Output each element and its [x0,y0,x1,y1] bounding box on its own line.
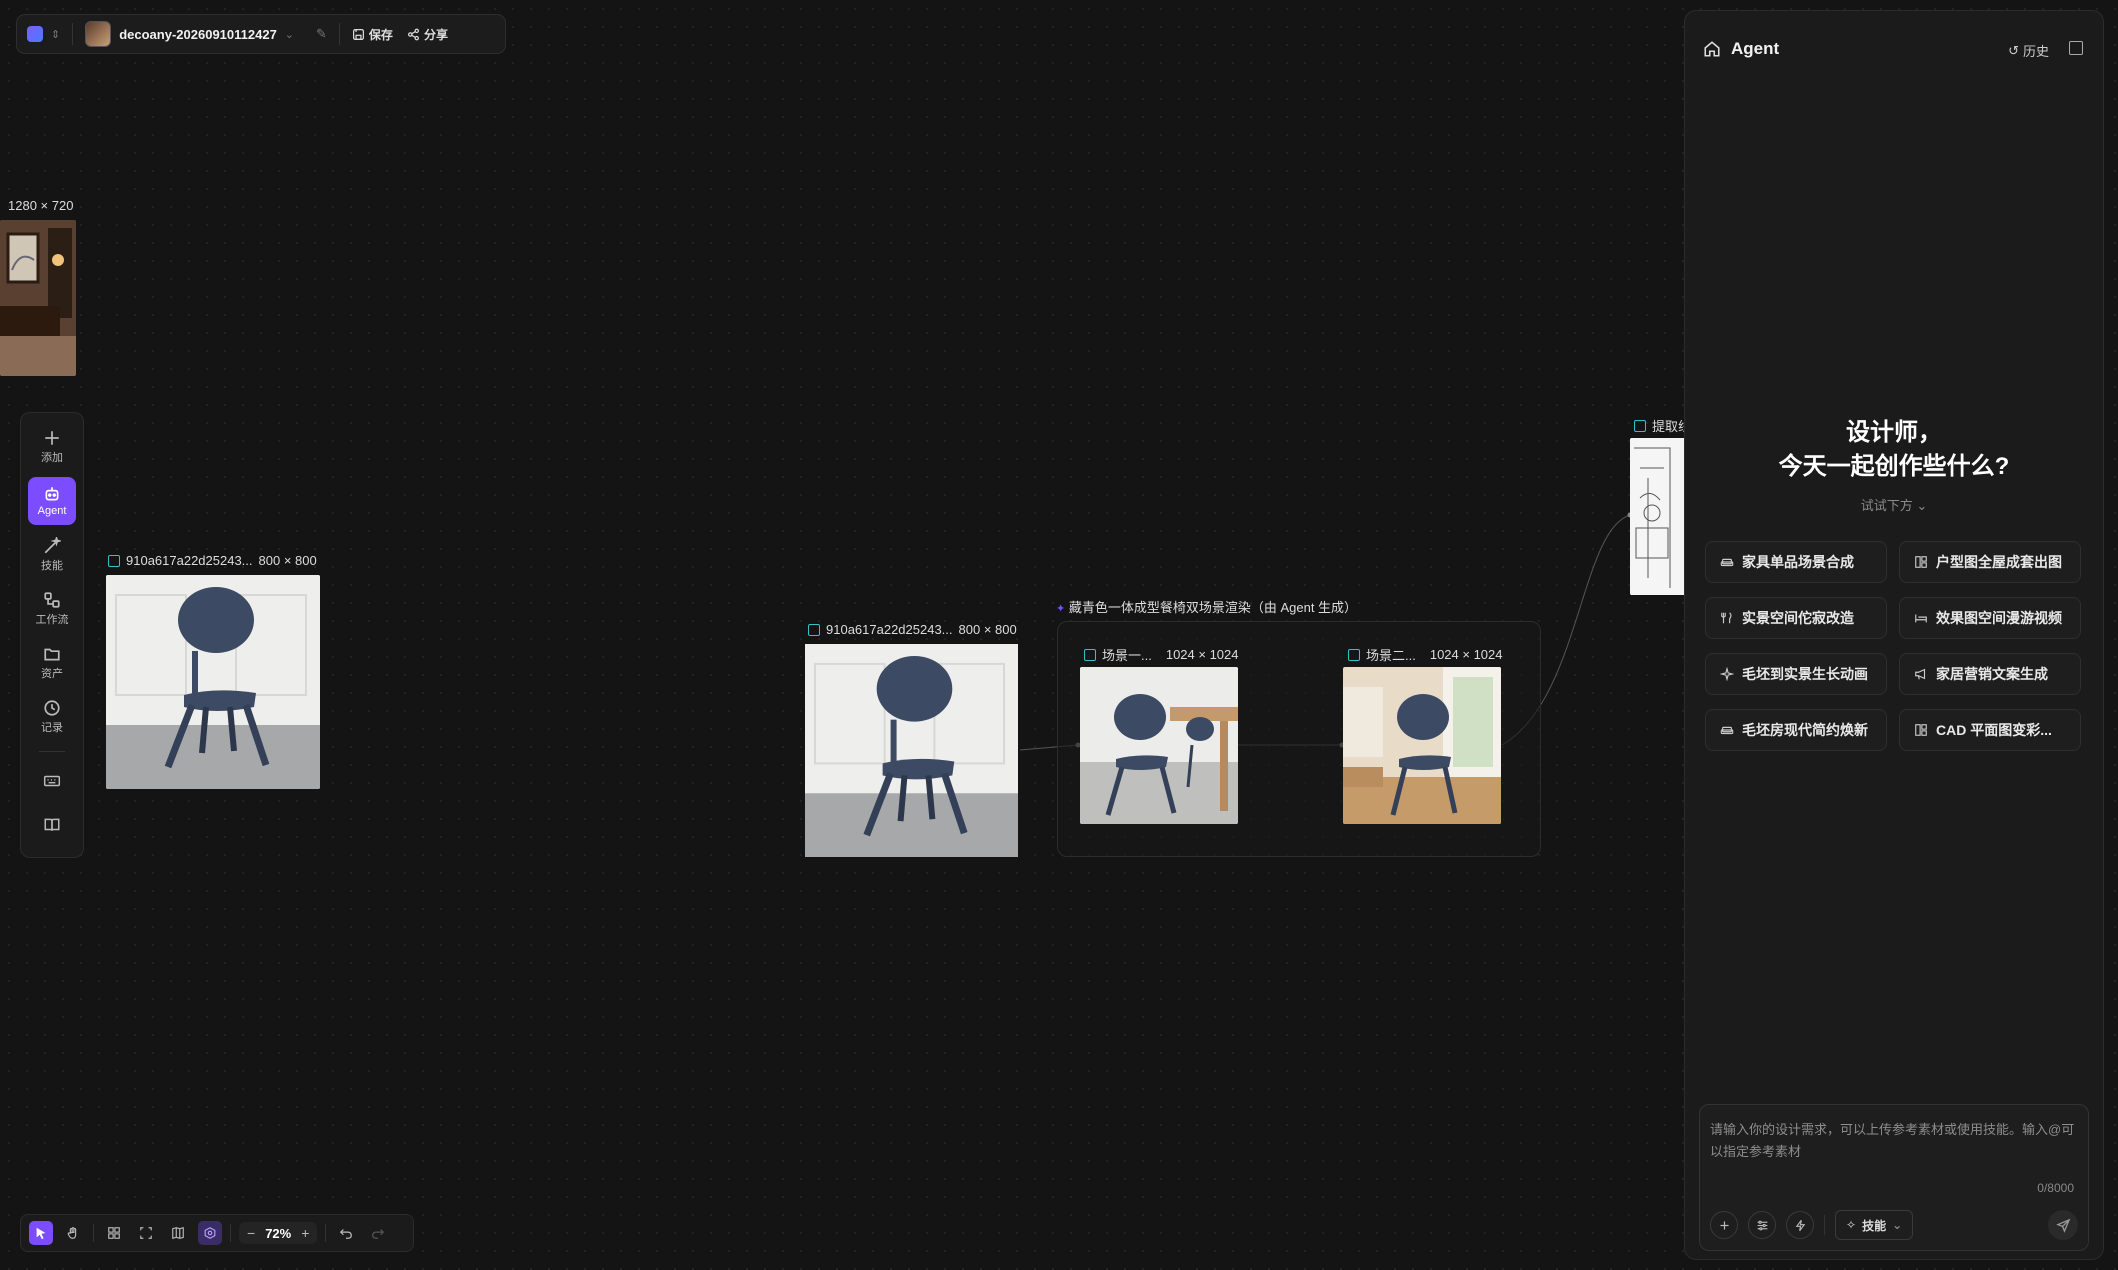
suggestion-card[interactable]: 毛坯房现代简约焕新 [1705,709,1887,751]
home-icon[interactable] [1703,40,1721,58]
group-title[interactable]: ✦ 藏青色一体成型餐椅双场景渲染（由 Agent 生成） [1056,597,1357,616]
grid-icon[interactable] [102,1221,126,1245]
select-tool-icon[interactable] [29,1221,53,1245]
layout-icon [1915,556,1927,568]
skill-select-button[interactable]: ✧ 技能 ⌄ [1835,1210,1914,1240]
divider [230,1224,231,1242]
zoom-out-icon[interactable]: − [247,1225,255,1241]
suggestion-label: 户型图全屋成套出图 [1936,554,2062,570]
undo-icon[interactable] [334,1221,358,1245]
redo-icon[interactable] [366,1221,390,1245]
attach-button[interactable] [1710,1211,1738,1239]
zoom-in-icon[interactable]: + [301,1225,309,1241]
suggestion-label: CAD 平面图变彩... [1936,722,2052,738]
sofa-icon [1720,558,1734,567]
scene2-header: 场景二... 1024 × 1024 [1348,645,1503,664]
divider [1824,1215,1825,1235]
quick-mode-button[interactable] [1786,1211,1814,1239]
prompt-input-box[interactable]: 请输入你的设计需求，可以上传参考素材或使用技能。输入@可以指定参考素材 0/80… [1699,1104,2089,1251]
skill-button-label: 技能 [1862,1218,1887,1233]
welcome-line2: 今天一起创作些什么? [1778,453,2010,480]
image-node-icon [1634,419,1646,432]
suggestion-card[interactable]: 家居营销文案生成 [1899,653,2081,695]
node-name: 场景二... [1366,648,1416,663]
megaphone-icon [1915,668,1926,680]
suggestion-label: 实景空间佗寂改造 [1742,610,1854,626]
suggestion-label: 毛坯房现代简约焕新 [1742,722,1868,738]
fit-screen-icon[interactable] [134,1221,158,1245]
divider [325,1224,327,1242]
try-below-label: 试试下方 [1860,498,1913,513]
agent-header: Agent [1703,39,1779,59]
suggestion-label: 效果图空间漫游视频 [1936,610,2062,626]
chevron-down-icon: ⌄ [1892,1218,1903,1232]
line-sketch-image[interactable] [1630,438,1690,595]
send-icon [2055,1218,2070,1233]
magic-wand-icon: ✧ [1846,1218,1857,1232]
bottom-toolbar: − 72% + [20,1214,414,1252]
sparkle-icon [1720,667,1734,681]
history-label: 历史 [2022,44,2049,59]
input-tools: ✧ 技能 ⌄ [1710,1210,1914,1240]
suggestion-card[interactable]: 实景空间佗寂改造 [1705,597,1887,639]
suggestion-card[interactable]: 户型图全屋成套出图 [1899,541,2081,583]
sofa-icon [1720,726,1734,735]
image-node-icon [1348,648,1360,661]
scene1-image[interactable] [1080,667,1238,824]
zoom-control: − 72% + [239,1222,318,1244]
send-button[interactable] [2048,1210,2078,1240]
node-right-header: 提取线 [1634,416,1691,435]
agent-title: Agent [1731,39,1780,58]
settings-button[interactable] [1748,1211,1776,1239]
hand-tool-icon[interactable] [61,1221,85,1245]
suggestion-card[interactable]: 效果图空间漫游视频 [1899,597,2081,639]
suggestion-card[interactable]: 家具单品场景合成 [1705,541,1887,583]
lightning-icon [1795,1219,1805,1231]
bed-icon [1915,614,1927,623]
suggestion-label: 毛坯到实景生长动画 [1742,666,1868,682]
agent-panel: Agent ↺ 历史 设计师， 今天一起创作些什么? 试试下方 ⌄ 家具单品场景… [1684,10,2104,1260]
suggestion-label: 家居营销文案生成 [1936,666,2048,682]
scene2-image[interactable] [1343,667,1501,824]
image-node-icon [1084,648,1096,661]
history-icon: ↺ [2008,42,2019,58]
suggestion-card[interactable]: CAD 平面图变彩... [1899,709,2081,751]
prompt-placeholder[interactable]: 请输入你的设计需求，可以上传参考素材或使用技能。输入@可以指定参考素材 [1710,1119,2078,1163]
ai-assist-icon[interactable] [198,1221,222,1245]
history-button[interactable]: ↺ 历史 [2008,41,2049,60]
divider [93,1224,94,1242]
welcome-heading: 设计师， 今天一起创作些什么? [1685,416,2103,484]
suggestion-label: 家具单品场景合成 [1742,554,1854,570]
group-title-text: 藏青色一体成型餐椅双场景渲染（由 Agent 生成） [1068,600,1358,615]
sliders-icon [1757,1220,1767,1230]
suggestion-card[interactable]: 毛坯到实景生长动画 [1705,653,1887,695]
sparkle-icon: ✦ [1056,603,1066,615]
chevron-down-icon: ⌄ [1916,498,1928,513]
welcome-line1: 设计师， [1846,419,1942,446]
zoom-level[interactable]: 72% [265,1226,291,1241]
scene1-header: 场景一... 1024 × 1024 [1084,645,1239,664]
dining-icon [1721,612,1732,624]
layout-icon [1915,724,1927,736]
node-size: 1024 × 1024 [1429,647,1503,662]
map-icon[interactable] [166,1221,190,1245]
try-below-toggle[interactable]: 试试下方 ⌄ [1685,495,2103,514]
node-size: 1024 × 1024 [1165,647,1239,662]
node-name: 场景一... [1102,648,1152,663]
collapse-panel-icon[interactable] [2069,41,2083,55]
plus-icon [1719,1220,1729,1230]
char-counter: 0/8000 [2037,1181,2074,1195]
